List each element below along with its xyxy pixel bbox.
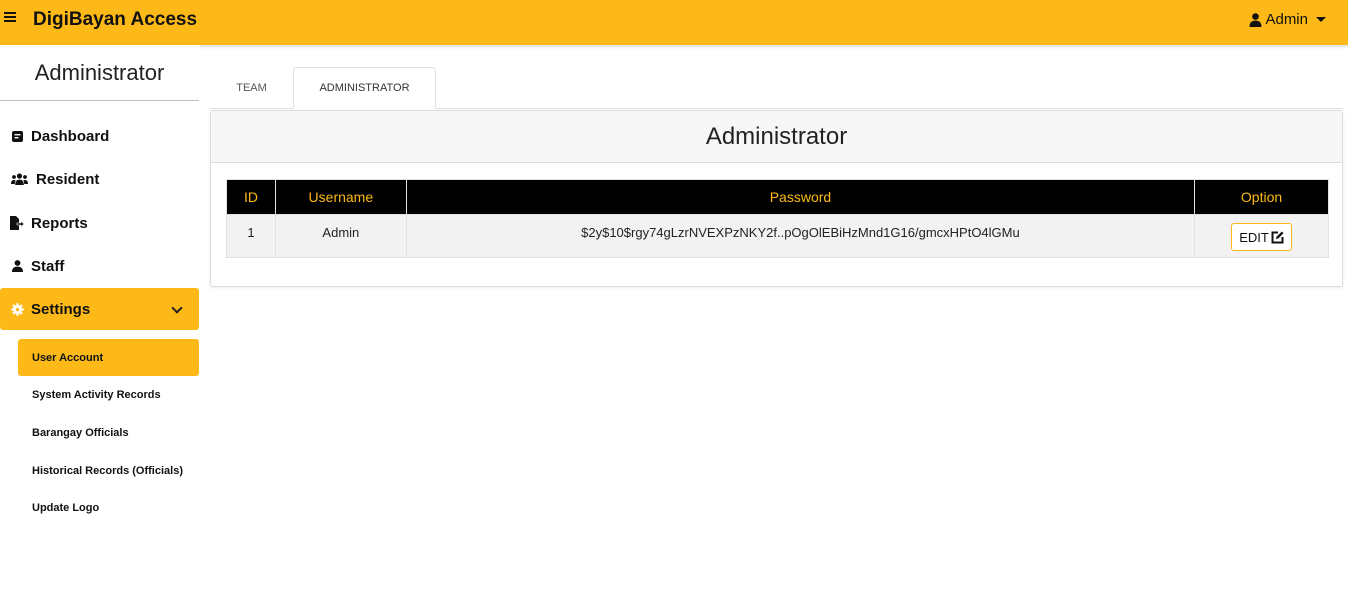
user-menu-label: Admin [1265, 11, 1308, 28]
cell-username: Admin [274, 214, 407, 258]
column-header-option: Option [1194, 179, 1329, 215]
administrator-card: Administrator ID Username Password Optio… [210, 110, 1343, 287]
sidebar-item-label: Settings [31, 300, 91, 318]
sidebar-item-label: Staff [31, 257, 65, 275]
sidebar-subitem-barangay-officials[interactable]: Barangay Officials [18, 414, 199, 451]
sidebar: Administrator Dashboard Resident Reports… [0, 45, 200, 605]
column-header-id: ID [226, 179, 276, 215]
gear-icon [10, 302, 24, 316]
top-navbar: DigiBayan Access Admin [0, 0, 1348, 45]
chevron-down-icon [171, 302, 183, 314]
cell-option: EDIT [1194, 214, 1329, 258]
sidebar-item-label: Dashboard [31, 127, 110, 145]
dashboard-icon [10, 129, 24, 143]
sidebar-item-label: Reports [31, 214, 88, 232]
administrator-table: ID Username Password Option 1 Admin $2y$… [226, 179, 1329, 258]
users-icon [10, 172, 28, 186]
sidebar-subitem-system-activity-records[interactable]: System Activity Records [18, 376, 199, 413]
edit-icon [1271, 231, 1284, 243]
brand-title[interactable]: DigiBayan Access [33, 9, 197, 31]
sidebar-item-label: Resident [36, 170, 100, 188]
file-export-icon [10, 216, 24, 230]
card-title: Administrator [211, 111, 1342, 163]
tab-team[interactable]: TEAM [210, 67, 293, 109]
table-row: 1 Admin $2y$10$rgy74gLzrNVEXPzNKY2f..pOg… [226, 214, 1329, 258]
edit-button-label: EDIT [1239, 229, 1269, 245]
tab-administrator[interactable]: ADMINISTRATOR [293, 67, 436, 109]
column-header-password: Password [405, 179, 1196, 215]
user-menu-dropdown[interactable]: Admin [1249, 11, 1326, 28]
user-tie-icon [1249, 12, 1262, 27]
table-header-row: ID Username Password Option [226, 179, 1329, 215]
caret-down-icon [1316, 17, 1326, 22]
sidebar-divider [0, 100, 199, 101]
sidebar-subitem-user-account[interactable]: User Account [18, 339, 199, 376]
sidebar-item-staff[interactable]: Staff [0, 245, 199, 287]
sidebar-subitem-historical-records[interactable]: Historical Records (Officials) [18, 452, 199, 489]
cell-password: $2y$10$rgy74gLzrNVEXPzNKY2f..pOgOlEBiHzM… [405, 214, 1196, 258]
cell-id: 1 [226, 214, 276, 258]
column-header-username: Username [274, 179, 407, 215]
sidebar-title: Administrator [34, 60, 165, 85]
hamburger-menu-icon[interactable] [4, 12, 16, 24]
sidebar-item-resident[interactable]: Resident [0, 158, 199, 200]
sidebar-item-dashboard[interactable]: Dashboard [0, 115, 199, 157]
sidebar-item-reports[interactable]: Reports [0, 202, 199, 244]
sidebar-subitem-update-logo[interactable]: Update Logo [18, 489, 199, 526]
sidebar-item-settings[interactable]: Settings [0, 288, 199, 330]
user-icon [10, 259, 24, 273]
edit-button[interactable]: EDIT [1231, 223, 1292, 251]
